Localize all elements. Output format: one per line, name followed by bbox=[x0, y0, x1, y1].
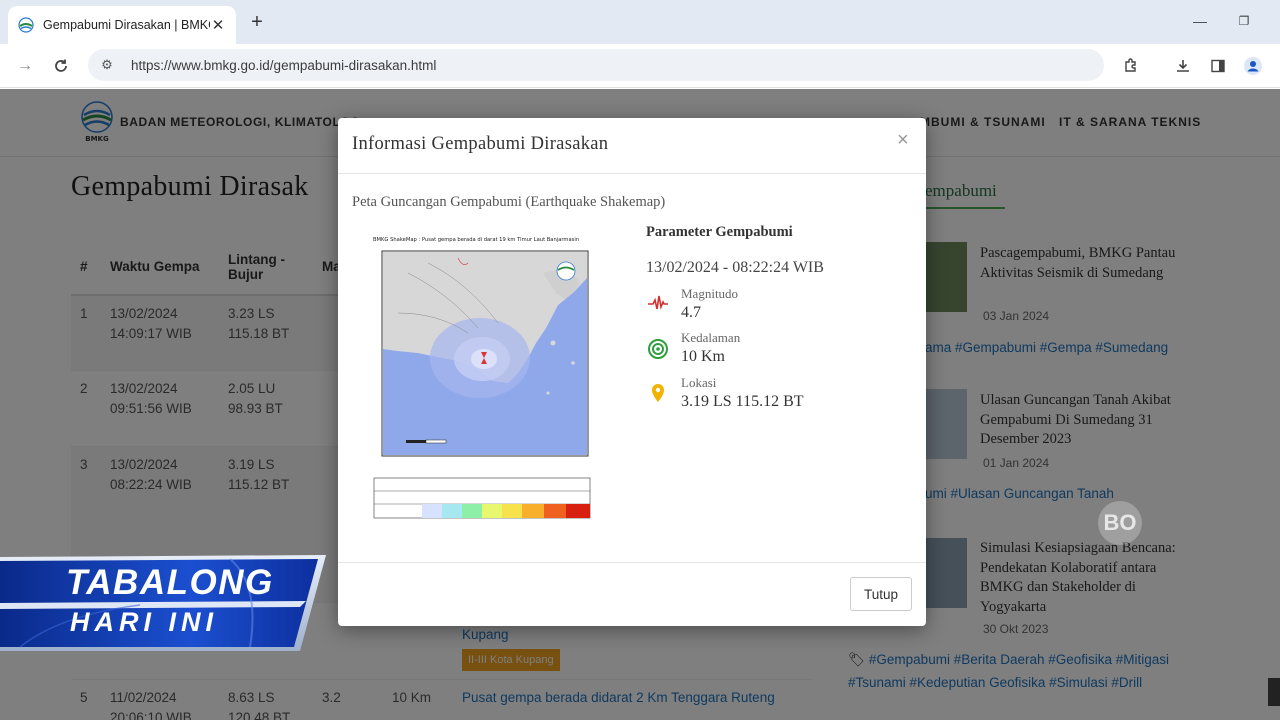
bmkg-favicon-icon bbox=[18, 17, 34, 33]
address-bar[interactable]: ⚙ https://www.bmkg.go.id/gempabumi-diras… bbox=[88, 49, 1104, 81]
profile-icon[interactable] bbox=[1240, 53, 1266, 79]
quake-datetime: 13/02/2024 - 08:22:24 WIB bbox=[646, 259, 824, 276]
banner-subtitle: HARI INI bbox=[70, 607, 218, 637]
divider bbox=[338, 173, 926, 174]
site-settings-icon[interactable]: ⚙ bbox=[96, 57, 118, 73]
seismograph-icon bbox=[648, 295, 668, 310]
tab-title: Gempabumi Dirasakan | BMKG bbox=[43, 18, 210, 32]
banner-title: TABALONG bbox=[66, 563, 274, 602]
extensions-icon[interactable] bbox=[1118, 53, 1144, 79]
shakemap-label: Peta Guncangan Gempabumi (Earthquake Sha… bbox=[352, 194, 666, 210]
depth-value: 10 Km bbox=[681, 348, 725, 365]
earthquake-info-modal: Informasi Gempabumi Dirasakan × Peta Gun… bbox=[338, 118, 926, 626]
browser-tab[interactable]: Gempabumi Dirasakan | BMKG ✕ bbox=[8, 6, 236, 44]
magnitude-value: 4.7 bbox=[681, 304, 701, 321]
map-logo-icon bbox=[556, 261, 576, 281]
close-icon[interactable]: × bbox=[897, 130, 909, 150]
location-pin-icon bbox=[652, 384, 664, 402]
close-button[interactable]: Tutup bbox=[850, 577, 912, 611]
shakemap-image[interactable]: BMKG ShakeMap : Pusat gempa berada di da… bbox=[368, 233, 598, 523]
shakemap-caption: BMKG ShakeMap : Pusat gempa berada di da… bbox=[373, 237, 579, 243]
magnitude-label: Magnitudo bbox=[681, 286, 739, 301]
depth-target-icon bbox=[648, 339, 668, 359]
location-value: 3.19 LS 115.12 BT bbox=[681, 393, 804, 410]
parameter-title: Parameter Gempabumi bbox=[646, 224, 793, 240]
modal-title: Informasi Gempabumi Dirasakan bbox=[352, 134, 609, 154]
side-panel-icon[interactable] bbox=[1205, 53, 1231, 79]
minimize-icon[interactable]: — bbox=[1190, 10, 1210, 32]
restore-icon[interactable]: ❐ bbox=[1234, 10, 1254, 32]
location-label: Lokasi bbox=[681, 375, 717, 390]
depth-label: Kedalaman bbox=[681, 330, 741, 345]
close-tab-icon[interactable]: ✕ bbox=[210, 16, 226, 34]
channel-watermark: BO bbox=[1098, 501, 1142, 545]
corner-element bbox=[1268, 678, 1280, 706]
divider bbox=[338, 562, 926, 563]
url-text: https://www.bmkg.go.id/gempabumi-dirasak… bbox=[131, 57, 437, 73]
download-icon[interactable] bbox=[1170, 53, 1196, 79]
new-tab-icon[interactable]: + bbox=[246, 10, 268, 34]
forward-icon[interactable]: → bbox=[12, 53, 38, 79]
reload-icon[interactable] bbox=[48, 53, 74, 79]
